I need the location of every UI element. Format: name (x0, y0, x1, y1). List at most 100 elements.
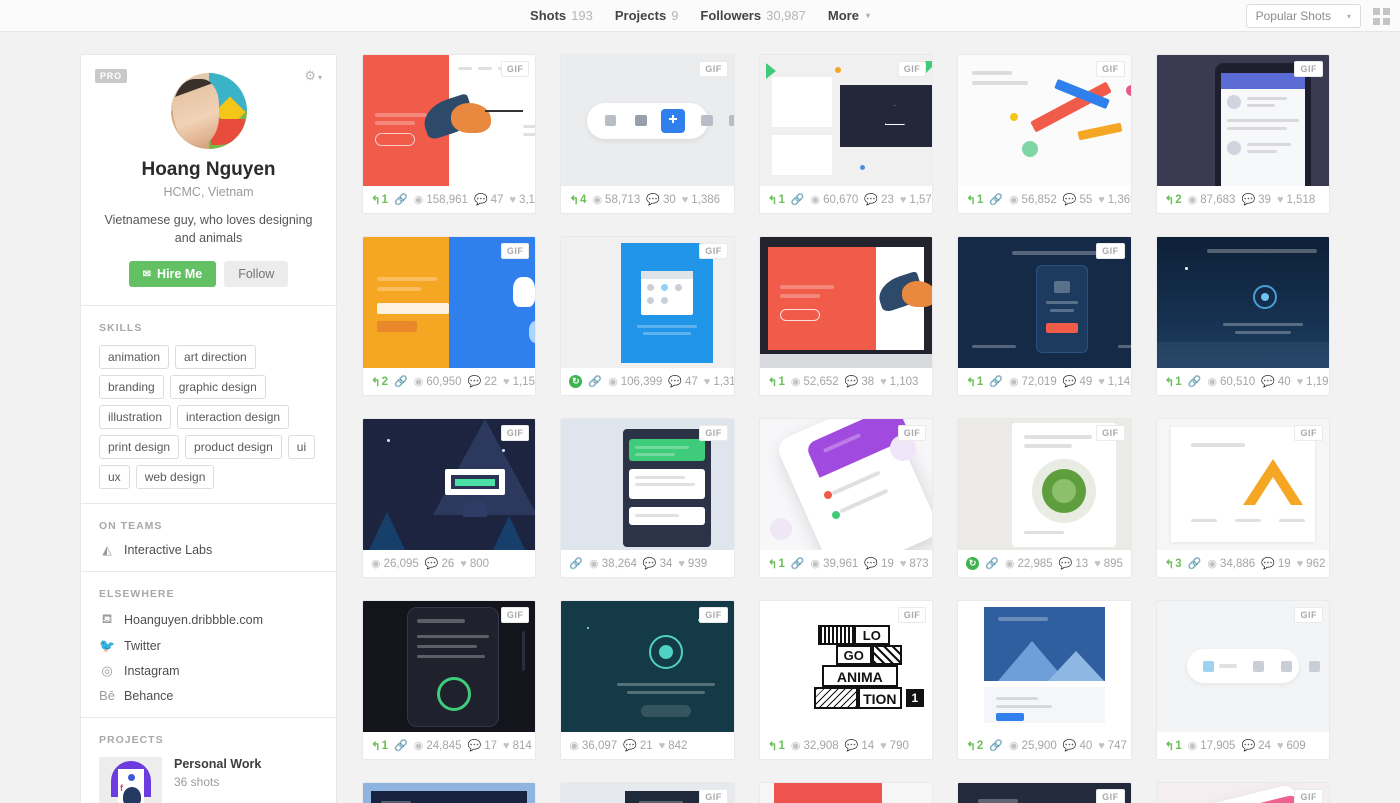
twitter-icon: 🐦 (99, 638, 116, 654)
skill-tag[interactable]: web design (135, 465, 215, 490)
shot-thumbnail[interactable]: GIF (958, 55, 1131, 186)
shot-thumbnail[interactable]: GIF (363, 55, 536, 186)
eye-icon: ◉ (1187, 740, 1198, 752)
skill-tag[interactable]: print design (99, 435, 180, 460)
profile-card: PRO ⚙ ▾ Hoang Nguyen HCMC, Vietnam Vietna… (80, 54, 337, 307)
skill-tag[interactable]: branding (99, 375, 164, 400)
shot-card[interactable]: ↰ 1 ◉ 52,652 💬 38 ♥ 1,103 (758, 236, 934, 396)
rebound-arrow-icon: ↰ (1164, 558, 1175, 571)
shot-card[interactable]: GIF ↰1 🔗 ◉60,670 💬23 ♥1,579 (758, 54, 934, 214)
comments-stat: 💬 19 (1261, 557, 1291, 571)
nav-more[interactable]: More ▾ (828, 8, 870, 23)
sort-select[interactable]: Popular Shots ▾ (1245, 4, 1361, 28)
shot-card[interactable]: GIF ↰2 🔗 ◉60,950 💬22 ♥1,157 (362, 236, 537, 396)
nav-projects[interactable]: Projects 9 (615, 8, 679, 23)
team-item[interactable]: ◭ Interactive Labs (99, 543, 318, 557)
views-stat: ◉ 25,900 (1008, 739, 1057, 753)
gear-icon[interactable]: ⚙ ▾ (304, 68, 322, 84)
skill-tag[interactable]: interaction design (177, 405, 290, 430)
shot-card[interactable]: GIF (1155, 782, 1330, 803)
shot-thumbnail[interactable]: GIF (561, 55, 734, 186)
dribbble-icon: ⛾ (101, 611, 113, 627)
shot-thumbnail[interactable] (759, 783, 933, 803)
shot-thumbnail[interactable]: GIF (561, 783, 734, 803)
shot-card[interactable]: GIF ↰ 2 ◉ 87,683 💬 39 ♥ 1,518 (1155, 54, 1330, 214)
nav-shots[interactable]: Shots 193 (530, 8, 593, 23)
comments-stat: 💬 22 (467, 375, 498, 389)
rebound-arrow-icon: ↰ (1164, 376, 1175, 389)
elsewhere-item-behance[interactable]: Bē Behance (99, 688, 318, 703)
skill-tag[interactable]: ux (99, 465, 130, 490)
skill-tag[interactable]: animation (99, 345, 170, 370)
likes-stat: ♥ 1,518 (1276, 193, 1316, 206)
shot-thumbnail[interactable]: GIF (561, 237, 734, 368)
shot-thumbnail[interactable]: GIF (958, 783, 1131, 803)
shot-thumbnail[interactable]: GIF (363, 419, 536, 550)
shot-thumbnail[interactable] (958, 601, 1131, 732)
shot-card[interactable]: ↰1 🔗 ◉60,510 💬40 ♥1,199 (1155, 236, 1330, 396)
grid-view-toggle[interactable] (1373, 7, 1390, 25)
heart-icon: ♥ (1094, 557, 1101, 570)
shot-card[interactable]: GIF ↰1 🔗 ◉56,852 💬55 ♥1,369 (957, 54, 1132, 214)
skill-tag[interactable]: ui (287, 435, 316, 460)
project-name: Personal Work (174, 757, 262, 772)
shot-card[interactable]: GIF ↰ 3 🔗 ◉ 34,886 💬 19 ♥ 962 (1155, 418, 1330, 578)
skill-tag[interactable]: graphic design (169, 375, 266, 400)
shot-thumbnail[interactable]: GIF (1156, 55, 1329, 186)
heart-icon: ♥ (880, 739, 887, 752)
teams-title: ON TEAMS (99, 520, 163, 533)
attachment-icon: 🔗 (1187, 558, 1202, 570)
profile-name: Hoang Nguyen (141, 159, 276, 180)
shot-card[interactable]: LO GO ANIMA TION 1 GIF ↰ 1 ◉ 32,908 💬 14 ♥ 790 (758, 600, 934, 760)
shot-card[interactable] (758, 782, 934, 803)
skill-tag[interactable]: illustration (99, 405, 172, 430)
projects-title: PROJECTS (99, 734, 164, 747)
shot-thumbnail[interactable]: GIF (561, 419, 734, 550)
shot-card[interactable]: GIF ↰ 1 ◉ 17,905 💬 24 ♥ 609 (1155, 600, 1330, 760)
nav-followers[interactable]: Followers 30,987 (700, 8, 805, 23)
shot-card[interactable]: GIF ↻ 🔗 ◉106,399 💬47 ♥1,310 (560, 236, 735, 396)
shot-thumbnail[interactable]: GIF (759, 419, 933, 550)
views-stat: ◉ 24,845 (413, 739, 462, 753)
shot-stats: ↰1 🔗 ◉158,961 💬47 ♥3,102 (363, 186, 535, 213)
shot-thumbnail[interactable]: GIF (1156, 783, 1329, 803)
shot-thumbnail[interactable]: GIF (759, 55, 933, 186)
shot-thumbnail[interactable]: GIF (363, 601, 536, 732)
likes-stat: ♥ 790 (880, 739, 909, 752)
shot-card[interactable]: GIF ◉ 36,097 💬 21 ♥ 842 (560, 600, 735, 760)
shot-card[interactable]: ↰ 2 🔗 ◉ 25,900 💬 40 ♥ 747 (957, 600, 1132, 760)
shot-card[interactable]: GIF ↻ 🔗 ◉ 22,985 💬 13 ♥ 895 (957, 418, 1132, 578)
shot-thumbnail[interactable]: GIF (1156, 601, 1329, 732)
shot-thumbnail[interactable] (363, 783, 536, 803)
shot-thumbnail[interactable] (1156, 237, 1329, 368)
shot-thumbnail[interactable] (759, 237, 933, 368)
shot-card[interactable]: GIF ↰ 4 ◉ 58,713 💬 30 ♥ 1,386 (560, 54, 735, 214)
shot-card[interactable]: GIF 🔗 ◉ 38,264 💬 34 ♥ 939 (560, 418, 735, 578)
teams-section: ON TEAMS ◭ Interactive Labs (80, 504, 337, 573)
shot-thumbnail[interactable]: LO GO ANIMA TION 1 GIF (759, 601, 933, 732)
skill-tag[interactable]: product design (185, 435, 282, 460)
rebound-count: ↰ 1 (767, 557, 785, 571)
elsewhere-item-dribbble[interactable]: ⛾ Hoanguyen.dribbble.com (99, 611, 318, 629)
attachment-icon: 🔗 (569, 558, 584, 570)
shot-card[interactable]: GIF ↰1 🔗 ◉72,019 💬49 ♥1,142 (957, 236, 1132, 396)
shot-thumbnail[interactable]: GIF (958, 419, 1131, 550)
shot-card[interactable]: GIF ◉ 26,095 💬 26 ♥ 800 (362, 418, 537, 578)
shot-thumbnail[interactable]: GIF (1156, 419, 1329, 550)
shot-thumbnail[interactable]: GIF (561, 601, 734, 732)
elsewhere-item-twitter[interactable]: 🐦 Twitter (99, 638, 318, 654)
shot-thumbnail[interactable]: GIF (363, 237, 536, 368)
shot-card[interactable]: GIF (957, 782, 1132, 803)
follow-button[interactable]: Follow (224, 261, 289, 288)
shot-card[interactable]: GIF ↰1 🔗 ◉158,961 💬47 ♥3,102 (362, 54, 537, 214)
project-item[interactable]: f Personal Work 36 shots (99, 757, 318, 803)
skill-tag[interactable]: art direction (175, 345, 256, 370)
shot-card[interactable]: GIF ↰ 1 🔗 ◉ 24,845 💬 17 ♥ 814 (362, 600, 537, 760)
hire-me-button[interactable]: ✉ Hire Me (128, 261, 217, 288)
shot-card[interactable]: GIF (560, 782, 735, 803)
shot-thumbnail[interactable]: GIF (958, 237, 1131, 368)
shot-card[interactable]: GIF ↰ 1 🔗 ◉ 39,961 💬 19 ♥ 873 (758, 418, 934, 578)
elsewhere-item-instagram[interactable]: ◎ Instagram (99, 663, 318, 679)
shot-card[interactable] (362, 782, 537, 803)
likes-stat: ♥1,157 (503, 375, 535, 388)
